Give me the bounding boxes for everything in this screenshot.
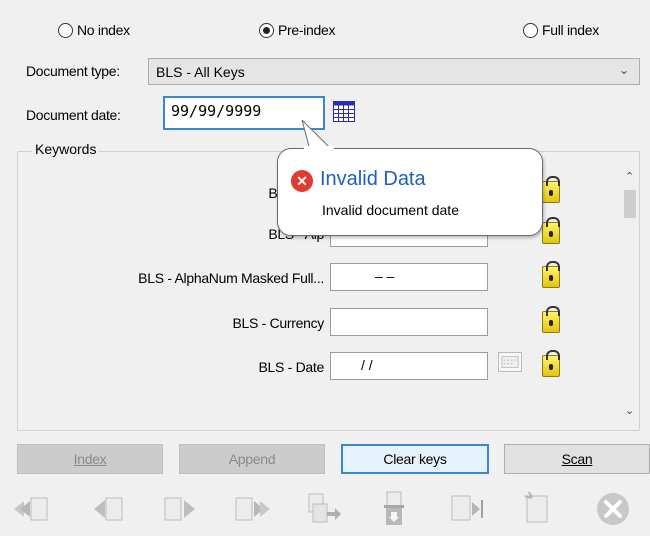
document-type-label: Document type: [26,63,120,79]
insert-page-icon[interactable] [448,490,486,528]
radio-label: No index [77,22,130,38]
index-button-label: Index [73,451,107,467]
tooltip-title: Invalid Data [320,168,426,190]
keyword-label: BLS - Date [258,359,325,375]
currency-field[interactable] [330,308,488,336]
scan-button-label: Scan [561,451,593,467]
radio-circle-icon[interactable] [523,22,538,38]
radio-label: Full index [542,22,599,38]
first-document-icon[interactable] [12,490,50,528]
radio-label: Pre-index [278,22,336,38]
clear-keys-button-label: Clear keys [383,451,447,467]
last-document-icon[interactable] [234,490,272,528]
document-type-select[interactable]: BLS - All Keys ⌄ [148,58,640,85]
keywords-title: Keywords [32,141,100,157]
append-button-label: Append [228,451,276,467]
clear-keys-button[interactable]: Clear keys [341,444,489,474]
radio-pre-index[interactable]: Pre-index [259,22,336,38]
lock-icon[interactable] [542,217,560,244]
append-button[interactable]: Append [179,444,325,474]
radio-selected-icon[interactable] [259,22,274,38]
new-page-icon[interactable] [519,490,557,528]
scroll-down-icon[interactable]: ⌄ [625,404,634,417]
scroll-thumb[interactable] [624,190,636,218]
calendar-icon[interactable] [333,101,355,122]
lock-icon[interactable] [542,306,560,333]
chevron-down-icon[interactable]: ⌄ [619,63,629,77]
keyword-label: BLS - Currency [232,315,325,331]
date-field[interactable]: / / [330,352,488,380]
lock-icon[interactable] [542,261,560,288]
radio-full-index[interactable]: Full index [523,22,599,38]
date-picker-icon[interactable] [498,352,522,372]
document-type-value: BLS - All Keys [156,63,245,80]
radio-no-index[interactable]: No index [58,22,130,38]
delete-document-icon[interactable] [375,490,413,528]
scroll-up-icon[interactable]: ⌃ [625,170,634,183]
tooltip-message: Invalid document date [322,202,459,218]
cancel-icon[interactable] [594,490,632,528]
masked-field[interactable]: – – [330,263,488,291]
lock-icon[interactable] [542,176,560,203]
move-document-icon[interactable] [305,490,343,528]
index-button[interactable]: Index [17,444,163,474]
previous-document-icon[interactable] [90,490,128,528]
mask-text: – – [375,268,395,284]
document-date-label: Document date: [26,107,121,123]
scan-button[interactable]: Scan [504,444,650,474]
tooltip-pointer-join [304,146,334,150]
lock-icon[interactable] [542,350,560,377]
error-tooltip [277,148,543,236]
mask-text: / / [361,357,373,373]
radio-circle-icon[interactable] [58,22,73,38]
keyword-label: BLS - AlphaNum Masked Full... [138,270,324,286]
error-icon: ✕ [291,170,313,192]
next-document-icon[interactable] [161,490,199,528]
